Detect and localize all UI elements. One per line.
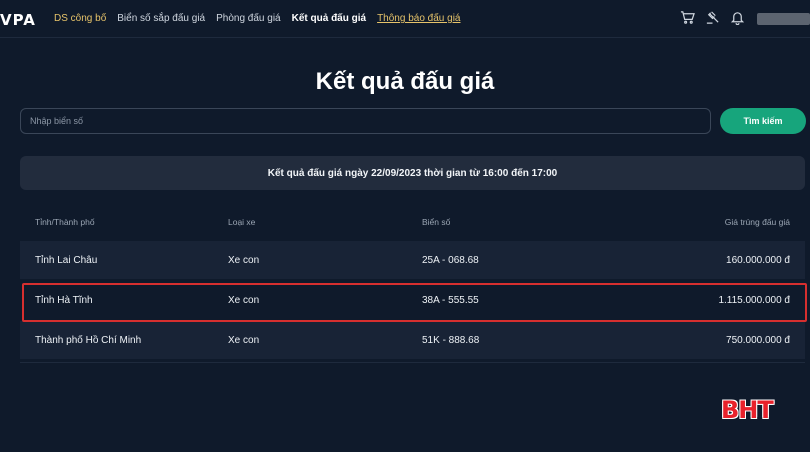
nav-item-ds-cong-bo[interactable]: DS công bố	[54, 13, 106, 24]
page-title: Kết quả đấu giá	[315, 68, 495, 95]
row-vehicle-type: Xe con	[228, 294, 260, 306]
header-icons	[680, 10, 745, 25]
row-vehicle-type: Xe con	[228, 334, 260, 346]
column-header-plate: Biển số	[422, 217, 451, 227]
plate-search-input[interactable]	[20, 108, 711, 134]
gavel-icon[interactable]	[705, 10, 720, 25]
bell-icon[interactable]	[730, 10, 745, 25]
top-navbar: VPA DS công bố Biển số sắp đấu giá Phòng…	[0, 0, 810, 38]
row-price: 750.000.000 đ	[726, 334, 790, 346]
row-vehicle-type: Xe con	[228, 254, 260, 266]
row-plate: 51K - 888.68	[422, 334, 480, 346]
search-button[interactable]: Tìm kiếm	[720, 108, 806, 134]
row-price: 160.000.000 đ	[726, 254, 790, 266]
row-plate: 38A - 555.55	[422, 294, 479, 306]
results-table: Tỉnh/Thành phố Loại xe Biển số Giá trúng…	[20, 203, 805, 361]
watermark-logo: BHT	[721, 396, 774, 424]
row-province: Thành phố Hồ Chí Minh	[35, 334, 142, 346]
table-row: Tỉnh Hà Tĩnh Xe con 38A - 555.55 1.115.0…	[20, 281, 805, 319]
column-header-province: Tỉnh/Thành phố	[35, 217, 95, 227]
result-summary: Kết quả đấu giá ngày 22/09/2023 thời gia…	[20, 156, 805, 190]
table-row: Tỉnh Lai Châu Xe con 25A - 068.68 160.00…	[20, 241, 805, 279]
nav-item-bien-so-sap-dau-gia[interactable]: Biển số sắp đấu giá	[117, 13, 205, 24]
table-row: Thành phố Hồ Chí Minh Xe con 51K - 888.6…	[20, 321, 805, 359]
nav-item-thong-bao-dau-gia[interactable]: Thông báo đấu giá	[377, 13, 460, 24]
nav-item-phong-dau-gia[interactable]: Phòng đấu giá	[216, 13, 281, 24]
row-plate: 25A - 068.68	[422, 254, 479, 266]
column-header-price: Giá trúng đấu giá	[724, 217, 790, 227]
row-price: 1.115.000.000 đ	[718, 294, 790, 306]
row-province: Tỉnh Lai Châu	[35, 254, 98, 266]
main-nav: DS công bố Biển số sắp đấu giá Phòng đấu…	[54, 13, 460, 24]
table-header: Tỉnh/Thành phố Loại xe Biển số Giá trúng…	[20, 203, 805, 241]
result-summary-text: Kết quả đấu giá ngày 22/09/2023 thời gia…	[267, 167, 558, 179]
row-province: Tỉnh Hà Tĩnh	[35, 294, 93, 306]
table-divider	[20, 362, 805, 363]
user-account-menu[interactable]	[757, 13, 810, 25]
cart-icon[interactable]	[680, 10, 695, 25]
brand-logo[interactable]: VPA	[0, 11, 36, 29]
column-header-vehicle-type: Loại xe	[228, 217, 256, 227]
nav-item-ket-qua-dau-gia[interactable]: Kết quả đấu giá	[292, 13, 366, 24]
